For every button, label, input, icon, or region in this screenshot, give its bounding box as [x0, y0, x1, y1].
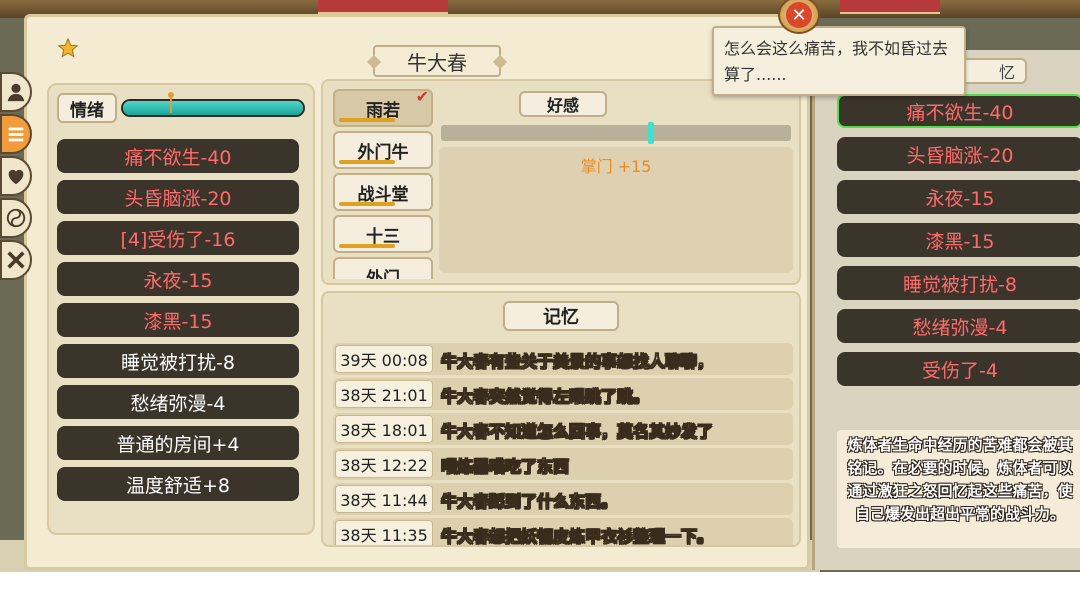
nav-list[interactable] [0, 114, 32, 154]
relation-tabs: 雨若 ✔ 外门牛战斗堂十三外门 [333, 89, 435, 279]
right-emotion-item[interactable]: 永夜-15 [837, 180, 1080, 214]
nav-relations[interactable] [0, 156, 32, 196]
memory-panel: 记忆 39天 00:08 牛大春有些关于美景的事想找人聊聊， 38天 21:01 牛大… [321, 291, 801, 547]
right-emotion-item[interactable]: 头昏脑涨-20 [837, 137, 1080, 171]
memory-time: 38天 11:44 [335, 485, 433, 513]
relation-tab-label: 战斗堂 [357, 184, 409, 205]
memory-text: 牛大春想把妖韧皮炼甲衣衫整理一下。 [441, 523, 714, 546]
memory-row: 38天 11:35 牛大春想把妖韧皮炼甲衣衫整理一下。 [333, 518, 793, 546]
heart-icon [8, 169, 24, 185]
nav-taiji[interactable] [0, 198, 32, 238]
mood-item[interactable]: 睡觉被打扰-8 [57, 344, 299, 378]
memory-list: 39天 00:08 牛大春有些关于美景的事想找人聊聊， 38天 21:01 牛大春突然… [333, 343, 793, 546]
memory-text-part: 牛大春有些关于 [441, 352, 554, 372]
memory-highlight: 美景 [553, 352, 586, 372]
right-emotion-item[interactable]: 受伤了-4 [837, 352, 1080, 386]
mood-item[interactable]: 永夜-15 [57, 262, 299, 296]
memory-text: 牛大春踩到了什么东西。 [441, 488, 618, 512]
memory-text: 牛大春突然觉得左眼跳了跳。 [441, 383, 650, 407]
memory-text-part: 牛大春踩到了什么东西。 [441, 492, 618, 512]
person-icon [7, 83, 25, 102]
memory-row: 38天 11:44 牛大春踩到了什么东西。 [333, 483, 793, 515]
favor-detail: 掌门 +15 [439, 147, 793, 273]
mood-item[interactable]: 漆黑-15 [57, 303, 299, 337]
mood-item[interactable]: 头昏脑涨-20 [57, 180, 299, 214]
memory-time: 39天 00:08 [335, 345, 433, 373]
memory-row: 39天 00:08 牛大春有些关于美景的事想找人聊聊， [333, 343, 793, 375]
nav-combat[interactable] [0, 240, 32, 280]
favor-marker [647, 122, 654, 144]
memory-text: 牛大春不知道怎么回事，莫名其妙发了 [441, 418, 714, 442]
mood-item[interactable]: [4]受伤了-16 [57, 221, 299, 255]
list-icon [8, 127, 24, 142]
mood-level-fill [123, 101, 303, 115]
skill-description: 炼体者生命中经历的苦难都会被其铭记。在必要的时候，炼体者可以通过激狂之怒回忆起这… [837, 430, 1080, 548]
memory-text-part: 牛大春想把 [441, 527, 522, 546]
mood-list: 痛不欲生-40 头昏脑涨-20 [4]受伤了-16 永夜-15 漆黑-15 睡觉被打扰-8… [57, 139, 303, 508]
relation-favor-bar [339, 202, 395, 206]
mood-item[interactable]: 痛不欲生-40 [57, 139, 299, 173]
speech-bubble: 怎么会这么痛苦，我不如昏过去算了...... [712, 26, 966, 96]
right-emotion-item[interactable]: 漆黑-15 [837, 223, 1080, 257]
side-nav [0, 72, 34, 282]
mood-item[interactable]: 愁绪弥漫-4 [57, 385, 299, 419]
relation-favor-bar [339, 160, 395, 164]
relation-tab[interactable]: 战斗堂 [333, 173, 433, 211]
relation-tab-label: 十三 [366, 226, 400, 247]
mood-panel: 情绪 痛不欲生-40 头昏脑涨-20 [4]受伤了-16 永夜-15 漆黑-15 睡觉被打… [47, 83, 315, 535]
relation-tab-label: 外门 [366, 268, 400, 280]
character-panel: 牛大春 情绪 痛不欲生-40 头昏脑涨-20 [4]受伤了-16 永夜-15 漆黑-15… [24, 14, 810, 570]
memory-row: 38天 12:22 喂炼器喵吃了东西 [333, 448, 793, 480]
relation-favor-bar [339, 118, 395, 122]
relation-tab[interactable]: 外门牛 [333, 131, 433, 169]
memory-text-part: 喂炼器喵吃了东西 [441, 457, 570, 477]
memory-text-part: 牛大春突然觉得左眼跳了跳。 [441, 387, 650, 407]
mood-header: 情绪 [57, 93, 117, 123]
favor-header: 好感 [519, 91, 607, 117]
relation-tab-label: 雨若 [366, 100, 400, 121]
memory-text: 牛大春有些关于美景的事想找人聊聊， [441, 348, 714, 372]
memory-time: 38天 11:35 [335, 520, 433, 545]
memory-time: 38天 12:22 [335, 450, 433, 478]
favor-entry: 掌门 +15 [580, 157, 652, 176]
check-icon: ✔ [415, 89, 429, 106]
relation-favor-bar [339, 244, 395, 248]
relations-panel: 雨若 ✔ 外门牛战斗堂十三外门 好感 掌门 +15 [321, 79, 801, 285]
crossed-swords-icon [7, 251, 25, 269]
relation-tab[interactable]: 十三 [333, 215, 433, 253]
memory-text-part: 牛大春不知道怎么回事，莫名其妙发了 [441, 422, 714, 442]
right-emotion-item[interactable]: 痛不欲生-40 [837, 94, 1080, 128]
mood-item[interactable]: 温度舒适+8 [57, 467, 299, 501]
memory-header: 记忆 [503, 301, 619, 331]
memory-text-part: 整理一下。 [633, 527, 714, 546]
memory-text: 喂炼器喵吃了东西 [441, 453, 570, 477]
memory-row: 38天 18:01 牛大春不知道怎么回事，莫名其妙发了 [333, 413, 793, 445]
mood-item[interactable]: 普通的房间+4 [57, 426, 299, 460]
right-emotion-item[interactable]: 愁绪弥漫-4 [837, 309, 1080, 343]
nav-profile[interactable] [0, 72, 32, 112]
memory-text-part: 的事想找人聊聊， [585, 352, 714, 372]
character-name-plate: 牛大春 [373, 45, 501, 77]
relation-tab-label: 外门牛 [357, 142, 409, 163]
relation-tab[interactable]: 雨若 ✔ [333, 89, 433, 127]
memory-row: 38天 21:01 牛大春突然觉得左眼跳了跳。 [333, 378, 793, 410]
star-icon[interactable] [57, 37, 79, 59]
right-emotion-item[interactable]: 睡觉被打扰-8 [837, 266, 1080, 300]
memory-time: 38天 21:01 [335, 380, 433, 408]
pin-icon [168, 92, 174, 113]
right-emotion-list: 痛不欲生-40 头昏脑涨-20 永夜-15 漆黑-15 睡觉被打扰-8 愁绪弥漫-4 受伤了… [837, 94, 1080, 395]
memory-highlight: 妖韧皮炼甲衣衫 [521, 527, 634, 546]
memory-emotion-panel: 忆 痛不欲生-40 头昏脑涨-20 永夜-15 漆黑-15 睡觉被打扰-8 愁绪弥漫-4 受… [812, 50, 1080, 570]
close-icon: ✕ [786, 2, 812, 28]
relation-tab[interactable]: 外门 [333, 257, 433, 279]
mood-level-bar [121, 99, 305, 117]
memory-time: 38天 18:01 [335, 415, 433, 443]
favor-bar [441, 122, 791, 144]
yin-yang-icon [6, 208, 26, 228]
